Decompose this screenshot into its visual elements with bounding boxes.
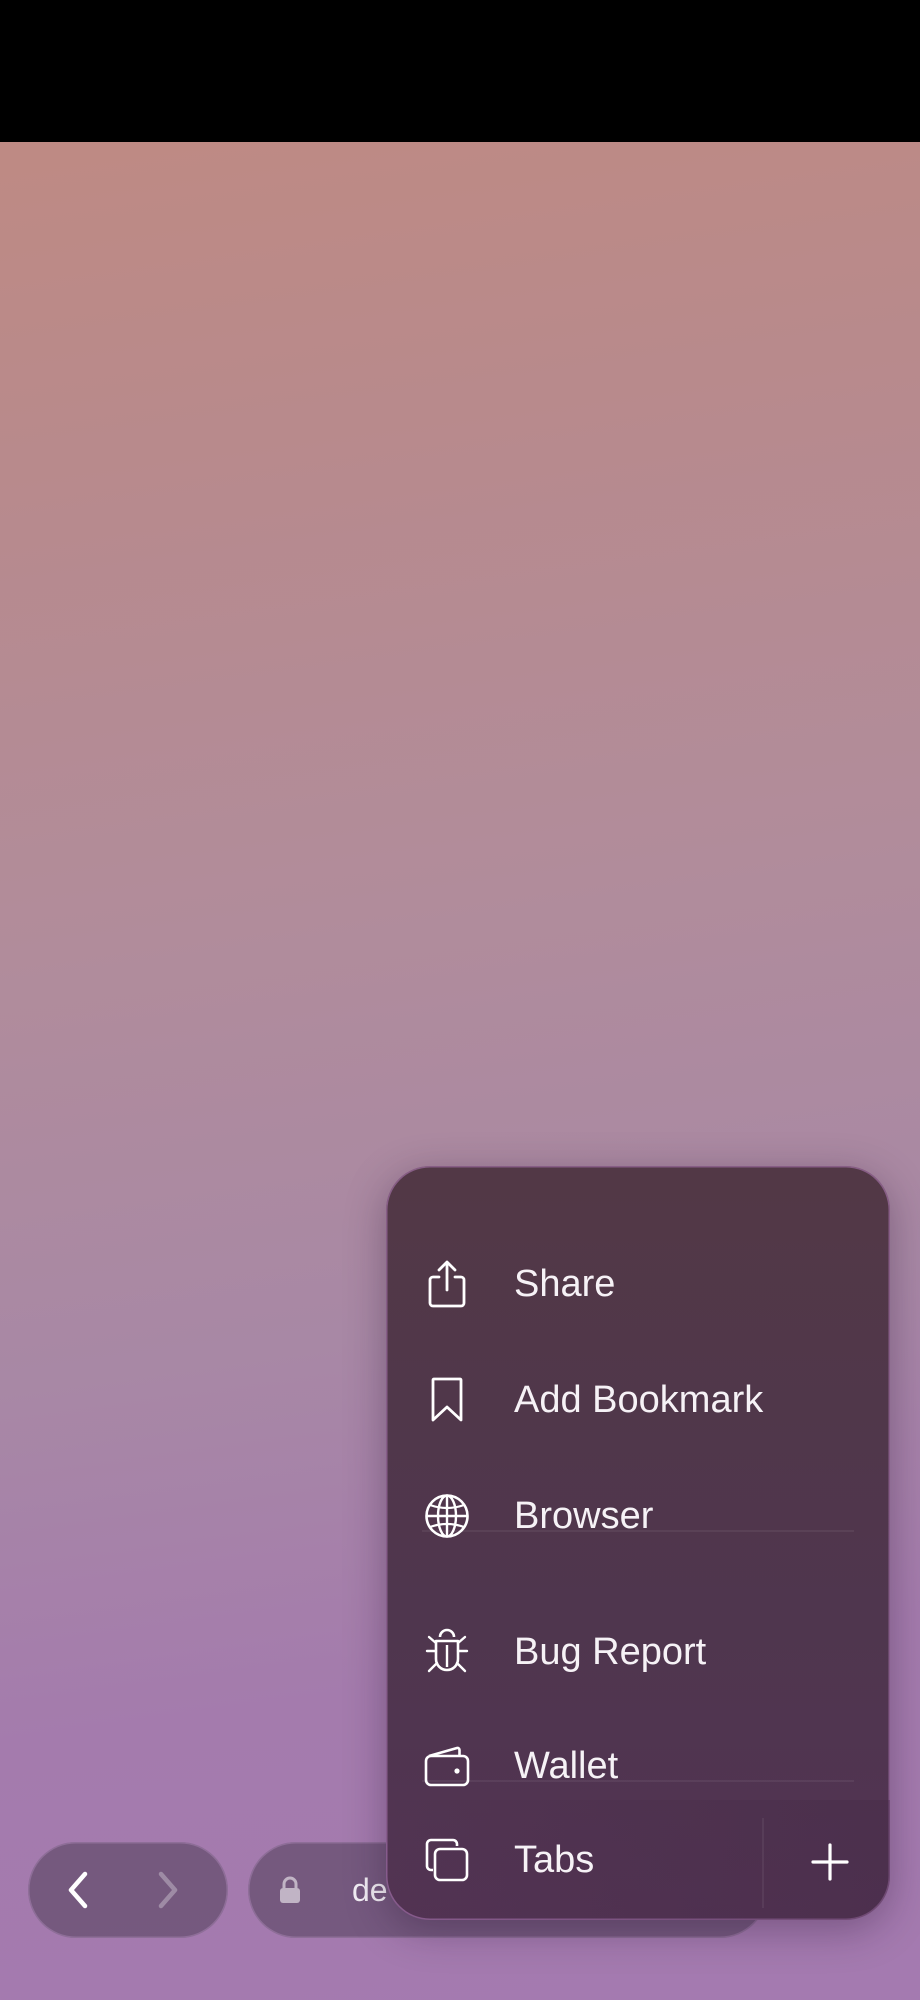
share-icon <box>422 1259 472 1309</box>
new-tab-button[interactable] <box>798 1830 862 1894</box>
menu-item-label: Wallet <box>514 1745 619 1787</box>
bug-icon <box>422 1627 472 1677</box>
url-text: de <box>352 1872 388 1908</box>
menu-divider <box>422 1780 854 1782</box>
bookmark-icon <box>422 1375 472 1425</box>
plus-icon <box>811 1843 849 1881</box>
menu-item-label: Browser <box>514 1495 654 1537</box>
tabs-separator <box>762 1818 764 1908</box>
back-button[interactable] <box>33 1842 123 1938</box>
globe-icon <box>422 1491 472 1541</box>
browser-menu: Share Add Bookmark Browser Bug Report Wa… <box>386 1166 890 1920</box>
menu-item-label: Bug Report <box>514 1631 707 1673</box>
menu-item-label: Share <box>514 1263 616 1305</box>
menu-item-label: Add Bookmark <box>514 1379 764 1421</box>
tabs-icon <box>422 1835 472 1885</box>
tabs-row: Tabs <box>386 1800 890 1920</box>
status-bar <box>0 0 920 142</box>
menu-item-bug-report[interactable]: Bug Report <box>386 1602 890 1702</box>
menu-item-share[interactable]: Share <box>386 1234 890 1334</box>
wallet-icon <box>422 1741 472 1791</box>
menu-item-label: Tabs <box>514 1839 595 1881</box>
menu-item-browser[interactable]: Browser <box>386 1466 890 1566</box>
navigation-controls <box>28 1842 228 1938</box>
forward-button[interactable] <box>123 1842 213 1938</box>
lock-icon <box>280 1876 300 1903</box>
menu-item-add-bookmark[interactable]: Add Bookmark <box>386 1350 890 1450</box>
menu-divider <box>422 1530 854 1532</box>
chevron-left-icon <box>68 1871 88 1909</box>
menu-item-tabs[interactable]: Tabs <box>386 1810 762 1910</box>
chevron-right-icon <box>158 1871 178 1909</box>
